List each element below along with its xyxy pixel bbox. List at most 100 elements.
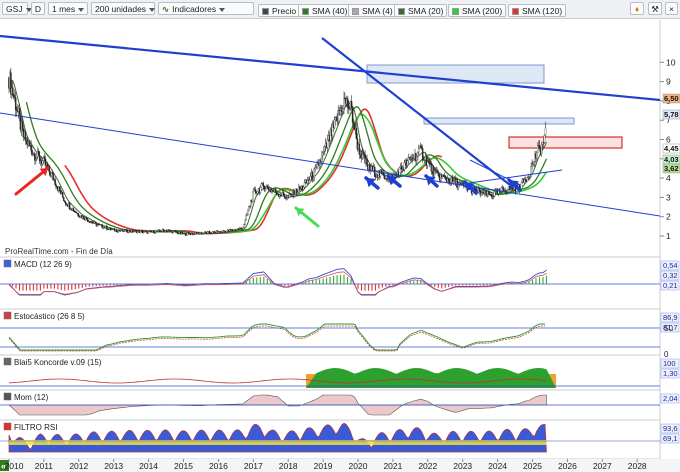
price-candle xyxy=(536,152,538,159)
price-candle xyxy=(383,174,386,179)
legend-item[interactable]: SMA (40) xyxy=(298,4,352,17)
price-candle xyxy=(421,148,424,160)
year-label: 2011 xyxy=(35,461,54,471)
indicators-menu[interactable]: ∿ Indicadores xyxy=(158,2,254,15)
price-candle xyxy=(246,214,248,216)
price-candle xyxy=(43,156,46,160)
year-label: 2014 xyxy=(139,461,158,471)
legend-item[interactable]: Precio xyxy=(258,4,301,17)
price-candle xyxy=(262,183,265,187)
legend-label: SMA (200) xyxy=(462,6,503,16)
price-candle xyxy=(275,189,277,193)
indicator-icon xyxy=(3,311,12,320)
price-candle xyxy=(106,226,108,230)
panel-value: 93,6 xyxy=(663,424,678,433)
year-label: 2013 xyxy=(104,461,123,471)
price-candle xyxy=(282,192,285,196)
price-candle xyxy=(488,191,490,195)
panel-tick: 50 xyxy=(664,324,673,333)
price-candle xyxy=(101,224,103,228)
price-candle xyxy=(444,176,447,180)
indicator-icon xyxy=(3,392,12,401)
price-candle xyxy=(32,154,34,156)
panel-value: 1,30 xyxy=(663,369,678,378)
price-candle xyxy=(74,210,76,213)
legend-label: SMA (4) xyxy=(362,6,393,16)
price-tick-label: 2 xyxy=(666,212,671,222)
symbol-label: GSJ xyxy=(6,4,23,14)
price-candle xyxy=(529,175,531,179)
price-candle xyxy=(188,233,191,234)
price-candle xyxy=(254,189,257,194)
price-candle xyxy=(245,215,247,220)
price-candle xyxy=(493,191,496,197)
year-label: 2022 xyxy=(418,461,437,471)
year-label: 2020 xyxy=(349,461,368,471)
price-candle xyxy=(252,191,254,202)
price-candle xyxy=(300,188,302,190)
price-candle xyxy=(538,145,541,149)
price-candle xyxy=(297,192,299,195)
price-candle xyxy=(62,197,65,201)
units-selector[interactable]: 200 unidades xyxy=(91,2,156,15)
legend-swatch xyxy=(452,8,459,15)
price-candle xyxy=(403,162,406,170)
price-candle xyxy=(55,184,57,187)
price-candle xyxy=(30,145,32,151)
price-candle xyxy=(158,229,161,231)
price-candle xyxy=(342,108,344,112)
price-tick-label: 9 xyxy=(666,77,671,87)
price-candle xyxy=(537,145,539,154)
legend-label: SMA (40) xyxy=(312,6,348,16)
price-candle xyxy=(543,135,546,143)
price-candle xyxy=(322,152,324,156)
period-selector[interactable]: 1 mes xyxy=(48,2,88,15)
price-candle xyxy=(129,230,131,232)
price-candle xyxy=(12,87,14,96)
settings-button[interactable]: ⚒ xyxy=(648,2,662,15)
price-candle xyxy=(256,191,259,194)
indicator-icon xyxy=(3,259,12,268)
price-candle xyxy=(18,108,21,116)
price-candle xyxy=(77,212,79,216)
price-badge-label: 5,78 xyxy=(664,110,679,119)
price-candle xyxy=(429,162,432,165)
price-candle xyxy=(436,169,438,173)
price-candle xyxy=(351,107,354,123)
price-candle xyxy=(313,168,315,178)
legend-item[interactable]: SMA (20) xyxy=(394,4,448,17)
price-candle xyxy=(243,224,245,228)
support-zone xyxy=(508,136,623,149)
price-candle xyxy=(64,202,67,205)
price-candle xyxy=(61,192,64,198)
close-button[interactable]: × xyxy=(665,2,678,15)
symbol-selector[interactable]: GSJ xyxy=(2,2,32,15)
legend-item[interactable]: SMA (120) xyxy=(508,4,567,17)
price-candle xyxy=(52,173,54,181)
chart-area[interactable]: MACD (12 26 9) 0,540,320,21 Estocástico (2… xyxy=(0,19,680,472)
panel-value: 69,1 xyxy=(663,434,678,443)
price-candle xyxy=(485,190,487,194)
alert-button[interactable]: ♦ xyxy=(630,2,644,15)
toolbar: GSJ D 1 mes 200 unidades ∿ Indicadores Pr… xyxy=(0,0,680,19)
symbol-menu-button[interactable]: D xyxy=(31,2,45,15)
price-candle xyxy=(418,148,420,153)
price-candle xyxy=(326,139,329,148)
legend-label: SMA (120) xyxy=(522,6,563,16)
price-tick-label: 10 xyxy=(666,57,676,67)
price-candle xyxy=(283,195,286,198)
panel-value: 0,21 xyxy=(663,281,678,290)
price-candle xyxy=(544,127,547,136)
legend-label: SMA (20) xyxy=(408,6,444,16)
price-candle xyxy=(343,98,345,109)
price-badge-label: 3,62 xyxy=(664,164,679,173)
legend-swatch xyxy=(398,8,405,15)
price-candle xyxy=(302,187,305,190)
legend-swatch xyxy=(512,8,519,15)
year-label: 2016 xyxy=(209,461,228,471)
price-candle xyxy=(13,94,15,98)
legend-item[interactable]: SMA (200) xyxy=(448,4,507,17)
legend-item[interactable]: SMA (4) xyxy=(348,4,397,17)
panel-title-label: Estocástico (26 8 5) xyxy=(14,312,85,321)
price-candle xyxy=(533,161,535,166)
